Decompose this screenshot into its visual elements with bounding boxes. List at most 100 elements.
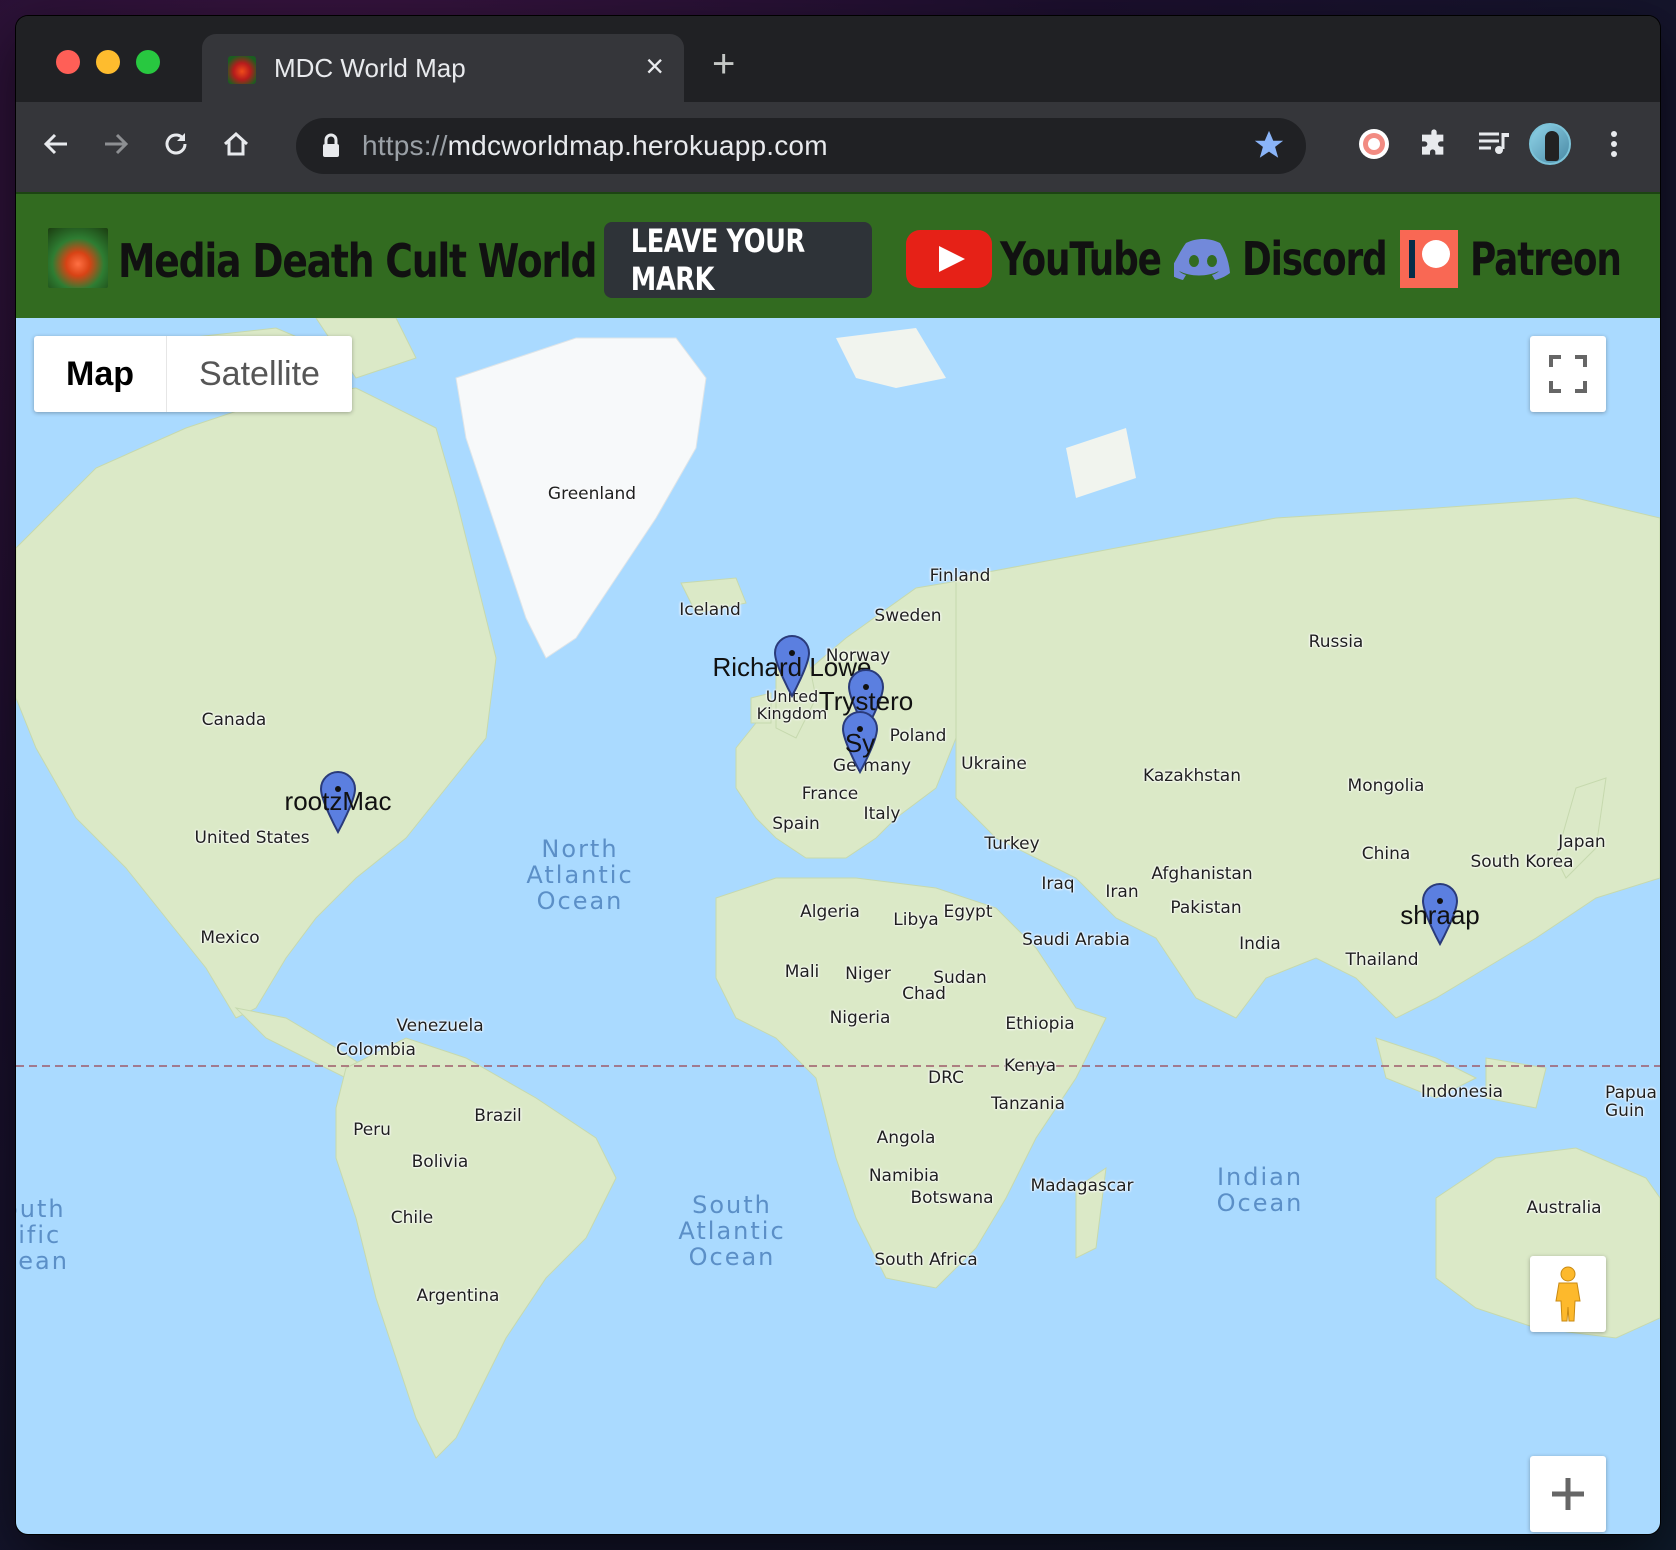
url-text: https://mdcworldmap.herokuapp.com: [362, 130, 828, 161]
country-label: Papua Guin: [1605, 1083, 1657, 1121]
country-label: Thailand: [1345, 950, 1419, 970]
country-label: Kenya: [1003, 1056, 1057, 1076]
zoom-in-button[interactable]: [1530, 1456, 1606, 1532]
close-window-button[interactable]: [56, 50, 80, 74]
country-label: Algeria: [800, 902, 860, 922]
browser-tab[interactable]: MDC World Map ×: [202, 34, 684, 102]
country-label: Japan: [1558, 832, 1606, 852]
close-tab-icon[interactable]: ×: [645, 48, 664, 84]
ocean-label: North Atlantic Ocean: [526, 835, 634, 915]
patreon-link[interactable]: Patreon: [1400, 224, 1660, 294]
map-type-map-button[interactable]: Map: [34, 336, 167, 412]
marker-label[interactable]: shraap: [1400, 900, 1480, 931]
country-label: Mongolia: [1347, 776, 1425, 796]
street-view-pegman-button[interactable]: [1530, 1256, 1606, 1332]
ocean-label: outh cific cean: [16, 1195, 69, 1275]
country-label: France: [801, 784, 859, 804]
country-label: Greenland: [547, 484, 637, 504]
marker-label[interactable]: Sy: [845, 728, 875, 759]
country-label: Iceland: [679, 600, 741, 620]
country-label: Iraq: [1041, 874, 1075, 894]
country-label: Niger: [845, 964, 891, 984]
profile-avatar[interactable]: [1528, 122, 1572, 166]
country-label: Canada: [201, 710, 267, 730]
country-label: South Africa: [874, 1250, 978, 1270]
country-label: United States: [194, 828, 310, 848]
country-label: Finland: [929, 566, 991, 586]
country-label: South Korea: [1470, 852, 1574, 872]
country-label: Iran: [1105, 882, 1139, 902]
media-playlist-icon[interactable]: [1472, 122, 1516, 166]
country-label: Russia: [1308, 632, 1364, 652]
new-tab-button[interactable]: +: [712, 44, 735, 84]
country-label: Ethiopia: [1005, 1014, 1075, 1034]
maximize-window-button[interactable]: [136, 50, 160, 74]
back-icon[interactable]: [34, 122, 78, 166]
country-label: Mexico: [200, 928, 260, 948]
youtube-icon: [906, 230, 992, 288]
country-label: Italy: [863, 804, 901, 824]
patreon-icon: [1400, 230, 1458, 288]
ocean-label: South Atlantic Ocean: [678, 1191, 786, 1271]
country-label: Afghanistan: [1151, 864, 1253, 884]
browser-toolbar: https://mdcworldmap.herokuapp.com: [16, 102, 1660, 192]
country-label: Egypt: [943, 902, 993, 922]
country-label: Botswana: [910, 1188, 994, 1208]
bookmark-star-icon[interactable]: [1252, 128, 1286, 167]
country-label: Mali: [784, 962, 820, 982]
leave-your-mark-button[interactable]: LEAVE YOUR MARK: [604, 222, 872, 298]
site-header: Media Death Cult World Map LEAVE YOUR MA…: [16, 192, 1660, 318]
tab-strip: MDC World Map × +: [16, 16, 1660, 102]
country-label: Venezuela: [396, 1016, 484, 1036]
country-label: Saudi Arabia: [1022, 930, 1130, 950]
fullscreen-button[interactable]: [1530, 336, 1606, 412]
browser-window: MDC World Map × + https://mdcworldmap.he…: [16, 16, 1660, 1534]
marker-label[interactable]: rootzMac: [285, 786, 392, 817]
extensions-puzzle-icon[interactable]: [1412, 122, 1456, 166]
forward-icon[interactable]: [94, 122, 138, 166]
address-bar[interactable]: https://mdcworldmap.herokuapp.com: [296, 118, 1306, 174]
country-label: India: [1239, 934, 1281, 954]
country-label: Nigeria: [829, 1008, 891, 1028]
map-type-satellite-button[interactable]: Satellite: [167, 336, 352, 412]
country-label: Pakistan: [1170, 898, 1242, 918]
minimize-window-button[interactable]: [96, 50, 120, 74]
patreon-label: Patreon: [1470, 232, 1622, 286]
reload-icon[interactable]: [154, 122, 198, 166]
home-icon[interactable]: [214, 122, 258, 166]
country-label: Argentina: [416, 1286, 500, 1306]
country-label: China: [1361, 844, 1411, 864]
country-label: Colombia: [336, 1040, 416, 1060]
tab-title: MDC World Map: [274, 53, 466, 83]
fullscreen-icon: [1549, 355, 1587, 393]
site-logo[interactable]: [48, 228, 108, 288]
plus-icon: [1552, 1478, 1584, 1510]
kebab-menu-icon[interactable]: [1592, 122, 1636, 166]
country-label: DRC: [928, 1068, 964, 1088]
lock-icon[interactable]: [320, 132, 342, 165]
country-label: Chad: [902, 984, 946, 1004]
country-label: Angola: [876, 1128, 936, 1148]
ocean-label: Indian Ocean: [1216, 1163, 1304, 1217]
country-label: Madagascar: [1030, 1176, 1134, 1196]
country-label: Sweden: [874, 606, 942, 626]
record-extension-icon[interactable]: [1352, 122, 1396, 166]
world-map[interactable]: Greenland Iceland Finland Sweden Norway …: [16, 318, 1660, 1534]
country-label: Australia: [1526, 1198, 1602, 1218]
discord-link[interactable]: Discord: [1174, 224, 1427, 294]
site-favicon-icon: [228, 56, 256, 84]
country-label: Kazakhstan: [1143, 766, 1241, 786]
country-label: Turkey: [984, 834, 1040, 854]
discord-icon: [1174, 239, 1230, 280]
country-label: Poland: [889, 726, 947, 746]
country-label: Ukraine: [961, 754, 1027, 774]
country-label: Tanzania: [990, 1094, 1066, 1114]
country-label: Chile: [390, 1208, 434, 1228]
pegman-icon: [1555, 1266, 1581, 1322]
country-label: Peru: [353, 1120, 391, 1140]
country-label: Libya: [893, 910, 939, 930]
country-label: Spain: [772, 814, 820, 834]
youtube-label: YouTube: [1000, 232, 1162, 286]
map-type-control: Map Satellite: [34, 336, 352, 412]
youtube-link[interactable]: YouTube: [906, 224, 1206, 294]
